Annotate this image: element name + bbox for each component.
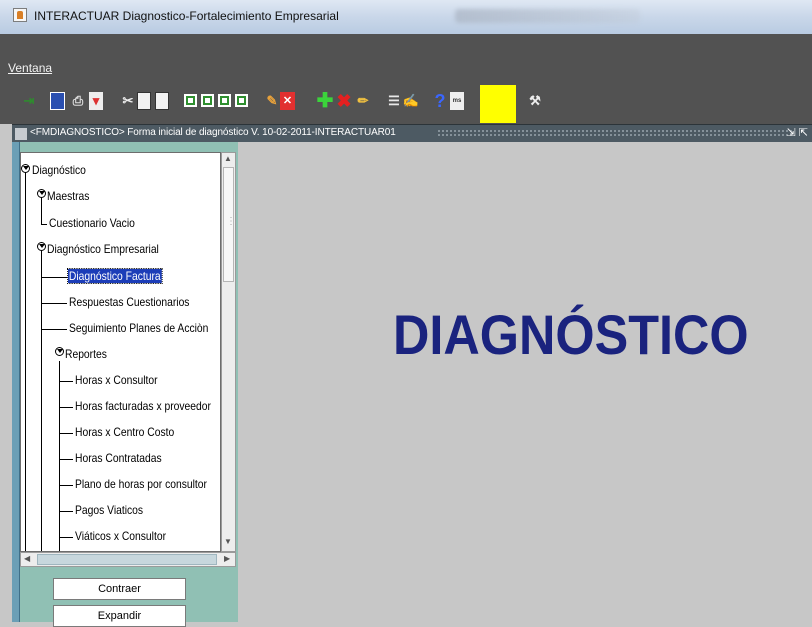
form-icon	[15, 128, 27, 140]
tree-node-cuestionario-vacio[interactable]: Cuestionario Vacio	[49, 216, 135, 230]
filter-icon[interactable]: ▾	[89, 92, 103, 110]
menu-tree[interactable]: Diagnóstico Maestras Cuestionario Vacio …	[20, 152, 221, 552]
page-heading: DIAGNÓSTICO	[393, 303, 749, 366]
tree-node-report[interactable]: Horas x Consultor	[75, 373, 158, 387]
copy-icon[interactable]	[137, 92, 151, 110]
window-restore-icon[interactable]: ⇲ ⇱	[787, 126, 809, 139]
first-record-icon[interactable]	[184, 94, 197, 107]
tree-node-maestras[interactable]: Maestras	[47, 189, 89, 203]
info-icon[interactable]: ms	[450, 92, 464, 110]
cut-icon[interactable]: ✂	[119, 92, 137, 110]
collapse-button[interactable]: Contraer	[53, 578, 186, 600]
paste-icon[interactable]	[155, 92, 169, 110]
form-bar-pattern	[437, 129, 792, 138]
tree-node-respuestas-cuestionarios[interactable]: Respuestas Cuestionarios	[69, 295, 189, 309]
notes-icon[interactable]: ✍	[402, 92, 420, 110]
toolbar: ⇥ ⎙ ▾ ✂ ✎ ✕ ✚ ✖ ✏ ☰ ✍ ? ms ⚒	[0, 84, 812, 124]
cancel-query-icon[interactable]: ✕	[280, 92, 295, 110]
scroll-left-icon[interactable]: ◀	[24, 554, 30, 563]
scroll-right-icon[interactable]: ▶	[224, 554, 230, 563]
expand-toggle-icon[interactable]	[21, 164, 30, 173]
list-icon[interactable]: ☰	[385, 92, 403, 110]
query-icon[interactable]: ✎	[263, 92, 281, 110]
expand-button[interactable]: Expandir	[53, 605, 186, 627]
save-icon[interactable]	[50, 92, 65, 110]
menu-bar: Ventana	[0, 34, 812, 84]
edit-icon[interactable]: ✏	[354, 92, 372, 110]
expand-toggle-icon[interactable]	[37, 242, 46, 251]
tree-node-report[interactable]: Horas facturadas x proveedor	[75, 399, 211, 413]
tree-node-report[interactable]: Viáticos x Consultor	[75, 529, 166, 543]
scrollbar-thumb[interactable]	[223, 167, 236, 282]
main-canvas: DIAGNÓSTICO	[238, 142, 812, 622]
java-app-icon	[13, 8, 27, 22]
help-icon[interactable]: ?	[431, 92, 449, 110]
last-record-icon[interactable]	[235, 94, 248, 107]
tree-node-report[interactable]: Pagos Viaticos	[75, 503, 143, 517]
expand-toggle-icon[interactable]	[55, 347, 64, 356]
menu-ventana[interactable]: Ventana	[8, 61, 52, 75]
tree-node-diagnostico[interactable]: Diagnóstico	[32, 163, 86, 177]
scroll-down-icon[interactable]: ▼	[224, 537, 232, 546]
exit-icon[interactable]: ⇥	[20, 92, 38, 110]
blurred-window-tab	[455, 9, 640, 23]
tree-vertical-scrollbar[interactable]: ▲ ▼	[221, 152, 236, 552]
print-icon[interactable]: ⎙	[69, 92, 87, 110]
delete-record-icon[interactable]: ✖	[335, 92, 353, 110]
tree-node-diagnostico-factura[interactable]: Diagnóstico Factura	[67, 268, 163, 284]
next-record-icon[interactable]	[218, 94, 231, 107]
insert-record-icon[interactable]: ✚	[316, 91, 334, 111]
tools-icon[interactable]: ⚒	[526, 92, 544, 110]
expand-toggle-icon[interactable]	[37, 189, 46, 198]
status-indicator	[480, 85, 516, 123]
form-title: <FMDIAGNOSTICO> Forma inicial de diagnós…	[30, 127, 396, 138]
tree-node-report[interactable]: Plano de horas por consultor	[75, 477, 207, 491]
tree-node-report[interactable]: Horas x Centro Costo	[75, 425, 174, 439]
previous-record-icon[interactable]	[201, 94, 214, 107]
window-title-bar: INTERACTUAR Diagnostico-Fortalecimiento …	[0, 0, 812, 35]
frame-border	[12, 142, 20, 622]
tree-horizontal-scrollbar[interactable]: ◀ ▶	[20, 552, 236, 567]
scroll-up-icon[interactable]: ▲	[224, 154, 232, 163]
tree-node-reportes[interactable]: Reportes	[65, 347, 107, 361]
form-title-bar: <FMDIAGNOSTICO> Forma inicial de diagnós…	[12, 124, 812, 143]
tree-node-diagnostico-empresarial[interactable]: Diagnóstico Empresarial	[47, 242, 159, 256]
window-title: INTERACTUAR Diagnostico-Fortalecimiento …	[34, 9, 339, 23]
tree-node-seguimiento-planes[interactable]: Seguimiento Planes de Acciòn	[69, 321, 208, 335]
tree-node-report[interactable]: Horas Contratadas	[75, 451, 162, 465]
scrollbar-thumb[interactable]	[37, 554, 217, 565]
